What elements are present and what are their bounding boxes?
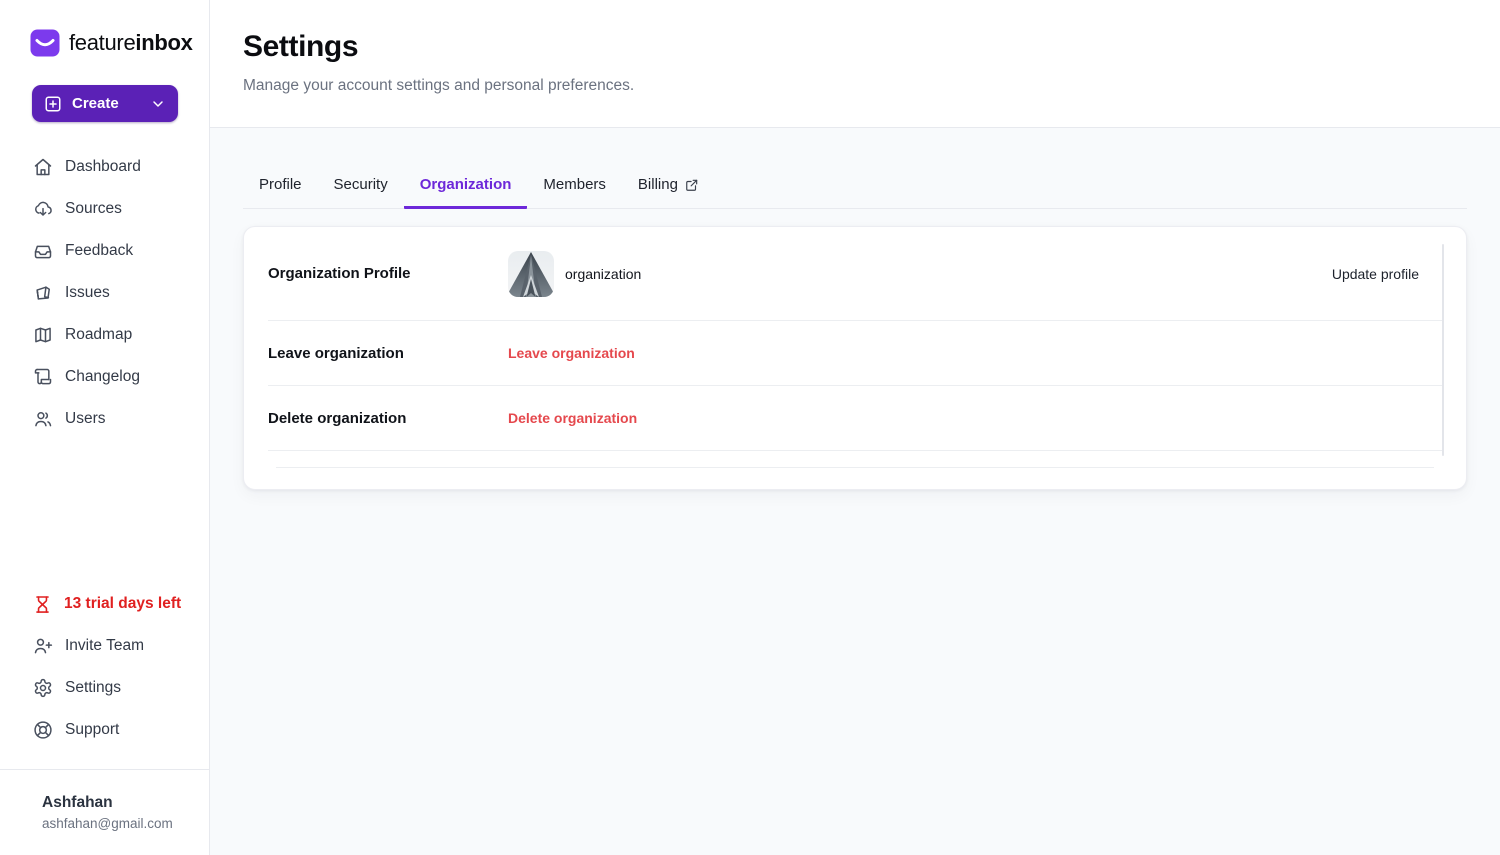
user-plus-icon (33, 636, 53, 656)
sidebar-item-label: Feedback (65, 242, 133, 260)
user-email: ashfahan@gmail.com (42, 816, 193, 831)
card-scrollbar[interactable] (1442, 244, 1444, 456)
tab-label: Security (334, 176, 388, 193)
plus-square-icon (44, 95, 62, 113)
sidebar-nav: Dashboard Sources Feedback Issues (0, 146, 209, 440)
organization-settings-card: Organization Profile (243, 226, 1467, 490)
tab-billing[interactable]: Billing (622, 176, 715, 209)
sidebar-item-settings[interactable]: Settings (0, 667, 209, 709)
tab-organization[interactable]: Organization (404, 176, 528, 209)
user-profile-section[interactable]: Ashfahan ashfahan@gmail.com (0, 769, 209, 855)
sidebar-item-dashboard[interactable]: Dashboard (0, 146, 209, 188)
brand-logo[interactable]: featureinbox (0, 0, 209, 58)
cloud-download-icon (33, 199, 53, 219)
sidebar-item-label: Changelog (65, 368, 140, 386)
sidebar-item-label: Users (65, 410, 105, 428)
inbox-icon (33, 241, 53, 261)
create-dropdown-toggle[interactable] (150, 96, 166, 112)
tab-label: Organization (420, 176, 512, 193)
brand-name-bold: inbox (135, 30, 192, 55)
organization-avatar (508, 251, 554, 297)
page-title: Settings (243, 30, 1467, 64)
trial-days-label: 13 trial days left (64, 595, 181, 613)
brand-name-light: feature (69, 30, 135, 55)
leave-organization-link[interactable]: Leave organization (508, 345, 635, 361)
tab-members[interactable]: Members (527, 176, 622, 209)
sidebar-item-label: Sources (65, 200, 122, 218)
sidebar-item-label: Support (65, 721, 119, 739)
card-footer (268, 451, 1442, 489)
sidebar-item-support[interactable]: Support (0, 709, 209, 751)
sidebar-item-label: Issues (65, 284, 110, 302)
user-name: Ashfahan (42, 794, 193, 812)
tab-label: Profile (259, 176, 302, 193)
sidebar-item-issues[interactable]: Issues (0, 272, 209, 314)
brand-name: featureinbox (69, 30, 193, 56)
sidebar-item-feedback[interactable]: Feedback (0, 230, 209, 272)
users-icon (33, 409, 53, 429)
update-profile-button[interactable]: Update profile (1332, 266, 1442, 282)
settings-tabbar: Profile Security Organization Members Bi… (243, 176, 1467, 209)
page-subtitle: Manage your account settings and persona… (243, 77, 1467, 95)
sidebar-item-label: Dashboard (65, 158, 141, 176)
sidebar-item-sources[interactable]: Sources (0, 188, 209, 230)
sidebar-item-label: Invite Team (65, 637, 144, 655)
sidebar: featureinbox Create Dashboard S (0, 0, 210, 855)
create-button[interactable]: Create (32, 85, 178, 122)
app-window: featureinbox Create Dashboard S (0, 0, 1500, 855)
tab-label: Billing (638, 176, 678, 193)
sidebar-item-users[interactable]: Users (0, 398, 209, 440)
organization-identity: organization (508, 251, 641, 297)
external-link-icon (685, 178, 699, 192)
sidebar-item-changelog[interactable]: Changelog (0, 356, 209, 398)
gear-icon (33, 678, 53, 698)
sidebar-item-roadmap[interactable]: Roadmap (0, 314, 209, 356)
lifebuoy-icon (33, 720, 53, 740)
page-header: Settings Manage your account settings an… (210, 0, 1500, 128)
map-icon (33, 325, 53, 345)
scroll-icon (33, 367, 53, 387)
trial-days-indicator[interactable]: 13 trial days left (0, 583, 209, 625)
sidebar-footer-nav: Invite Team Settings Support (0, 625, 209, 751)
create-button-label: Create (72, 95, 119, 112)
sidebar-item-invite-team[interactable]: Invite Team (0, 625, 209, 667)
featureinbox-logo-icon (30, 28, 60, 58)
hourglass-icon (33, 595, 52, 614)
sidebar-spacer (0, 440, 209, 583)
leave-organization-row: Leave organization Leave organization (268, 321, 1442, 385)
main-area: Settings Manage your account settings an… (210, 0, 1500, 855)
tab-label: Members (543, 176, 606, 193)
chevron-down-icon (150, 96, 166, 112)
sidebar-item-label: Settings (65, 679, 121, 697)
home-icon (33, 157, 53, 177)
sidebar-item-label: Roadmap (65, 326, 132, 344)
tab-security[interactable]: Security (318, 176, 404, 209)
ticket-icon (33, 283, 53, 303)
leave-organization-label: Leave organization (268, 345, 508, 362)
tab-profile[interactable]: Profile (243, 176, 318, 209)
organization-profile-row: Organization Profile (268, 227, 1442, 320)
delete-organization-link[interactable]: Delete organization (508, 410, 637, 426)
delete-organization-row: Delete organization Delete organization (268, 386, 1442, 450)
delete-organization-label: Delete organization (268, 410, 508, 427)
row-divider (276, 467, 1434, 468)
organization-name: organization (565, 266, 641, 282)
organization-profile-label: Organization Profile (268, 265, 508, 282)
settings-content: Profile Security Organization Members Bi… (210, 128, 1500, 855)
